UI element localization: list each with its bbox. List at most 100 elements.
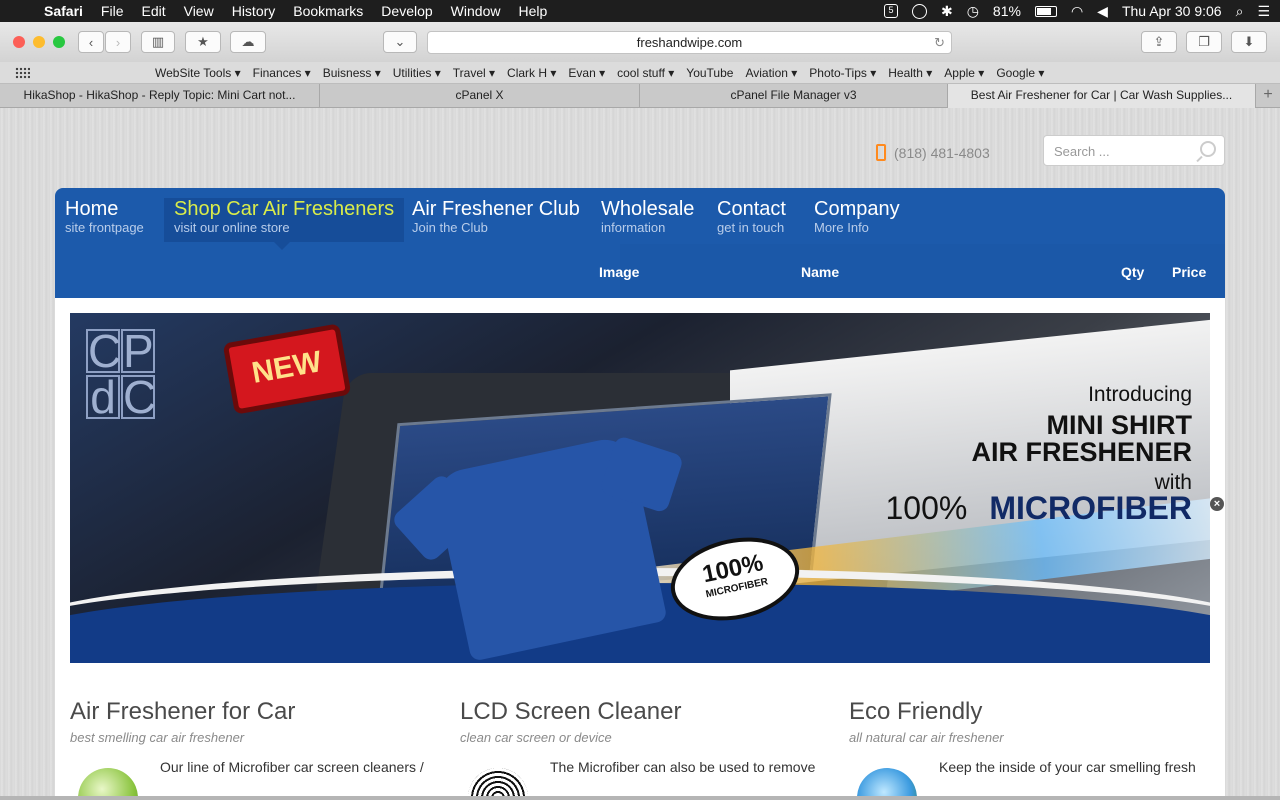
nav-contact[interactable]: Contact get in touch xyxy=(707,198,796,242)
downloads-button[interactable]: ⬇ xyxy=(1231,31,1267,53)
cart-col-image: Image xyxy=(599,264,640,280)
nav-contact-sub: get in touch xyxy=(717,220,785,235)
battery-icon[interactable] xyxy=(1034,5,1057,17)
bookmark-evan[interactable]: Evan ▾ xyxy=(568,66,605,80)
feature-subtitle: all natural car air freshener xyxy=(849,730,1004,745)
banner-headline-1: MINI SHIRT xyxy=(1046,410,1193,440)
search-placeholder: Search ... xyxy=(1054,144,1110,159)
nav-company-title: Company xyxy=(814,198,900,220)
bookmark-youtube[interactable]: YouTube xyxy=(686,66,733,80)
site-search-input[interactable]: Search ... xyxy=(1043,135,1225,166)
bookmarks-bar: WebSite Tools ▾ Finances ▾ Buisness ▾ Ut… xyxy=(0,62,1280,84)
close-icon[interactable]: × xyxy=(1210,497,1224,511)
logo-letter: C xyxy=(121,371,157,423)
menu-develop[interactable]: Develop xyxy=(372,3,441,19)
bookmark-buisness[interactable]: Buisness ▾ xyxy=(323,66,381,80)
sidebar-toggle-button[interactable]: ▥ xyxy=(141,31,175,53)
nav-shop-sub: visit our online store xyxy=(174,220,290,235)
sidebar-icon: ▥ xyxy=(151,34,165,49)
hero-banner[interactable]: CP dC NEW 100% MICROFIBER Introducing MI… xyxy=(70,313,1210,663)
mini-cart-header: Image Name Qty Price xyxy=(55,244,1225,298)
logo-letter: C xyxy=(86,325,122,377)
search-icon[interactable] xyxy=(1200,141,1216,157)
bookmark-photo-tips[interactable]: Photo-Tips ▾ xyxy=(809,66,876,80)
banner-headline-2: AIR FRESHENER xyxy=(971,437,1192,467)
bluetooth-icon[interactable]: ✱ xyxy=(941,3,953,20)
nav-home[interactable]: Home site frontpage xyxy=(55,198,154,242)
menu-history[interactable]: History xyxy=(223,3,285,19)
time-machine-icon[interactable]: ◷ xyxy=(967,3,979,20)
icloud-tabs-button[interactable]: ☁ xyxy=(230,31,266,53)
minimize-window-button[interactable] xyxy=(33,36,45,48)
feature-body: Keep the inside of your car smelling fre… xyxy=(939,759,1196,775)
status-badge-icon[interactable]: 5 xyxy=(883,4,898,18)
menu-window[interactable]: Window xyxy=(442,3,510,19)
menu-file[interactable]: File xyxy=(92,3,133,19)
nav-home-title: Home xyxy=(65,198,119,220)
bookmark-website-tools[interactable]: WebSite Tools ▾ xyxy=(155,66,241,80)
show-all-tabs-button[interactable]: ❐ xyxy=(1186,31,1222,53)
share-button[interactable]: ⇪ xyxy=(1141,31,1177,53)
bookmark-clark-h[interactable]: Clark H ▾ xyxy=(507,66,556,80)
spotlight-icon[interactable]: ⌕ xyxy=(1236,3,1244,20)
bookmark-travel[interactable]: Travel ▾ xyxy=(453,66,495,80)
nav-club[interactable]: Air Freshener Club Join the Club xyxy=(402,198,590,242)
top-sites-button[interactable]: ★ xyxy=(185,31,221,53)
phone-contact[interactable]: (818) 481-4803 xyxy=(876,144,990,161)
nav-shop[interactable]: Shop Car Air Fresheners visit our online… xyxy=(164,198,405,250)
bookmark-aviation[interactable]: Aviation ▾ xyxy=(745,66,797,80)
menu-bookmarks[interactable]: Bookmarks xyxy=(284,3,372,19)
forward-button[interactable]: › xyxy=(105,31,131,53)
nav-company[interactable]: Company More Info xyxy=(804,198,910,242)
new-tab-button[interactable]: + xyxy=(1256,84,1280,107)
volume-icon[interactable]: ◀ xyxy=(1097,3,1108,20)
close-window-button[interactable] xyxy=(13,36,25,48)
nav-home-sub: site frontpage xyxy=(65,220,144,235)
safari-toolbar: ‹ › ▥ ★ ☁ ⌄ freshandwipe.com ↻ ⇪ ❐ ⬇ xyxy=(0,22,1280,62)
clock[interactable]: Thu Apr 30 9:06 xyxy=(1122,3,1222,19)
address-bar[interactable]: freshandwipe.com ↻ xyxy=(427,31,952,54)
tab-hikashop[interactable]: HikaShop - HikaShop - Reply Topic: Mini … xyxy=(0,84,320,108)
banner-microfiber: MICROFIBER xyxy=(989,490,1192,526)
tab-cpanel-x[interactable]: cPanel X xyxy=(320,84,640,108)
zoom-window-button[interactable] xyxy=(53,36,65,48)
reload-icon[interactable]: ↻ xyxy=(934,32,945,53)
menu-help[interactable]: Help xyxy=(509,3,556,19)
feature-air-freshener: Air Freshener for Car best smelling car … xyxy=(70,698,440,796)
apps-grid-icon[interactable] xyxy=(15,67,30,79)
address-bar-url: freshandwipe.com xyxy=(636,35,743,50)
bookmark-finances[interactable]: Finances ▾ xyxy=(253,66,311,80)
nav-club-sub: Join the Club xyxy=(412,220,488,235)
feature-title[interactable]: Air Freshener for Car xyxy=(70,698,440,726)
pocket-button[interactable]: ⌄ xyxy=(383,31,417,53)
main-nav: Home site frontpage Shop Car Air Freshen… xyxy=(55,188,1225,298)
logo-letter: d xyxy=(86,374,120,420)
web-page: (818) 481-4803 Search ... Home site fron… xyxy=(0,108,1280,796)
bookmark-google[interactable]: Google ▾ xyxy=(996,66,1044,80)
nav-company-sub: More Info xyxy=(814,220,869,235)
tab-best-air-freshener[interactable]: Best Air Freshener for Car | Car Wash Su… xyxy=(948,84,1256,108)
back-button[interactable]: ‹ xyxy=(78,31,104,53)
sync-icon[interactable] xyxy=(911,3,927,19)
menu-edit[interactable]: Edit xyxy=(132,3,174,19)
tab-cpanel-file-manager[interactable]: cPanel File Manager v3 xyxy=(640,84,948,108)
feature-title[interactable]: LCD Screen Cleaner xyxy=(460,698,830,726)
nav-contact-title: Contact xyxy=(717,198,786,220)
wifi-icon[interactable]: ◠ xyxy=(1071,3,1083,20)
nav-wholesale-sub: information xyxy=(601,220,666,235)
bookmark-cool-stuff[interactable]: cool stuff ▾ xyxy=(617,66,674,80)
phone-number: (818) 481-4803 xyxy=(894,144,990,161)
battery-percent[interactable]: 81% xyxy=(993,3,1021,19)
cp-logo: CP dC xyxy=(86,325,166,420)
cloud-icon: ☁ xyxy=(241,34,255,49)
bookmark-health[interactable]: Health ▾ xyxy=(888,66,932,80)
nav-wholesale[interactable]: Wholesale information xyxy=(591,198,704,242)
feature-title[interactable]: Eco Friendly xyxy=(849,698,1219,726)
bookmark-utilities[interactable]: Utilities ▾ xyxy=(393,66,441,80)
notification-center-icon[interactable]: ☰ xyxy=(1257,3,1270,20)
menu-app-safari[interactable]: Safari xyxy=(40,3,92,19)
bookmark-apple[interactable]: Apple ▾ xyxy=(944,66,984,80)
cart-col-qty: Qty xyxy=(1121,264,1145,280)
menu-view[interactable]: View xyxy=(175,3,223,19)
star-icon: ★ xyxy=(197,34,209,49)
